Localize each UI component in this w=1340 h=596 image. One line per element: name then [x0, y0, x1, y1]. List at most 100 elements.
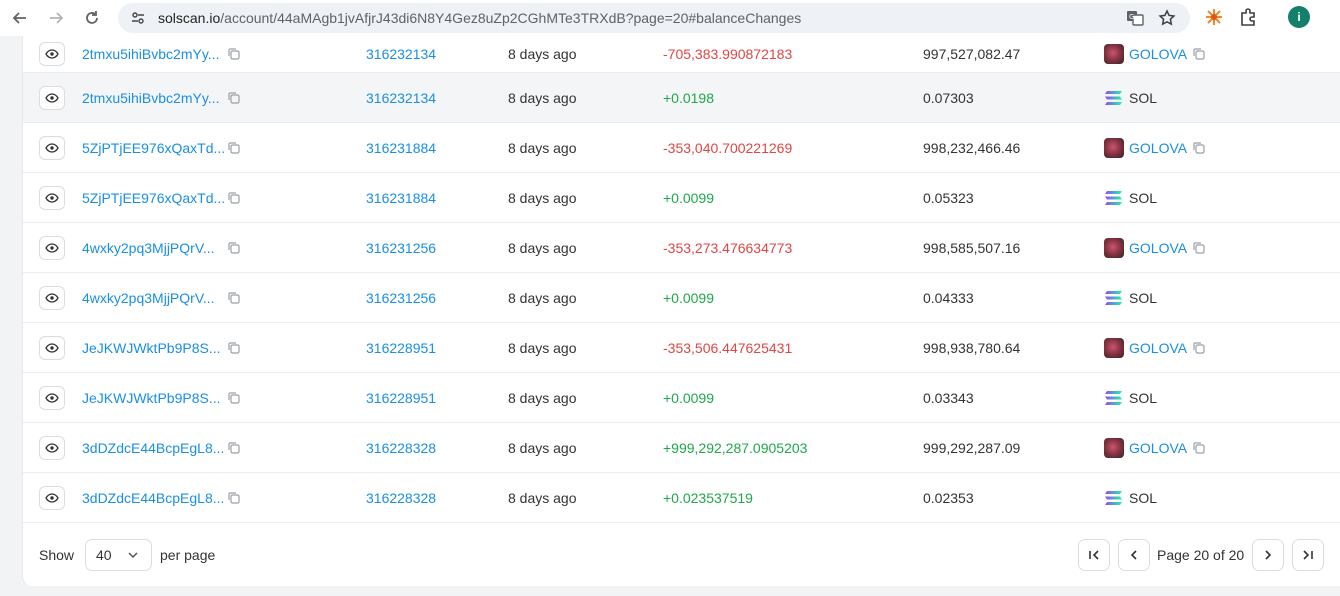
- post-balance: 997,527,082.47: [923, 46, 1021, 62]
- per-page-select[interactable]: 40: [85, 539, 152, 571]
- extension-icon[interactable]: [1204, 7, 1224, 27]
- copy-icon[interactable]: [1192, 341, 1206, 355]
- copy-icon[interactable]: [227, 441, 241, 455]
- copy-icon[interactable]: [227, 491, 241, 505]
- forward-button[interactable]: [44, 6, 68, 30]
- token-link[interactable]: GOLOVA: [1129, 240, 1187, 256]
- show-label: Show: [39, 547, 75, 563]
- view-details-button[interactable]: [39, 135, 65, 160]
- post-balance: 0.02353: [923, 489, 974, 506]
- post-balance: 998,938,780.64: [923, 339, 1021, 356]
- last-page-button[interactable]: [1292, 539, 1324, 571]
- token-link[interactable]: GOLOVA: [1129, 46, 1187, 62]
- eye-icon: [45, 292, 59, 303]
- arrow-left-icon: [12, 12, 26, 24]
- next-page-button[interactable]: [1252, 539, 1284, 571]
- view-details-button[interactable]: [39, 85, 65, 110]
- first-page-icon: [1089, 550, 1099, 560]
- previous-page-button[interactable]: [1118, 539, 1150, 571]
- table-row: 4wxky2pq3MjjPQrV... 316231256 8 days ago +0…: [23, 273, 1340, 323]
- block-link[interactable]: 316228328: [366, 490, 436, 506]
- change-amount: -353,506.447625431: [663, 339, 793, 356]
- site-info-icon[interactable]: [130, 10, 146, 26]
- copy-icon[interactable]: [227, 391, 241, 405]
- block-link[interactable]: 316228951: [366, 340, 436, 356]
- token-link[interactable]: GOLOVA: [1129, 340, 1187, 356]
- post-balance: 0.03343: [923, 389, 974, 406]
- token-cell: GOLOVA: [1104, 137, 1206, 158]
- translate-icon[interactable]: G: [1126, 9, 1144, 27]
- view-details-button[interactable]: [39, 385, 65, 410]
- change-amount: +999,292,287.0905203: [663, 439, 808, 456]
- table-row: JeJKWJWktPb9P8S... 316228951 8 days ago -35…: [23, 323, 1340, 373]
- post-balance: 0.07303: [923, 89, 974, 106]
- table-footer: Show 40 per page Page 20 of 20: [23, 524, 1340, 586]
- block-link[interactable]: 316231256: [366, 240, 436, 256]
- block-link[interactable]: 316231884: [366, 140, 436, 156]
- block-link[interactable]: 316231256: [366, 290, 436, 306]
- token-cell: GOLOVA: [1104, 44, 1206, 64]
- chevron-down-icon: [128, 552, 138, 559]
- copy-icon[interactable]: [1192, 47, 1206, 61]
- table-row: 5ZjPTjEE976xQaxTd... 316231884 8 days ago +…: [23, 173, 1340, 223]
- copy-icon[interactable]: [227, 341, 241, 355]
- signature-link[interactable]: 3dDZdcE44BcpEgL8...: [82, 490, 224, 506]
- view-details-button[interactable]: [39, 335, 65, 360]
- change-amount: +0.0099: [663, 389, 714, 406]
- table-row: 2tmxu5ihiBvbc2mYy... 316232134 8 days ago -…: [23, 36, 1340, 73]
- first-page-button[interactable]: [1078, 539, 1110, 571]
- block-link[interactable]: 316232134: [366, 46, 436, 62]
- copy-icon[interactable]: [227, 291, 241, 305]
- signature-link[interactable]: 5ZjPTjEE976xQaxTd...: [82, 140, 225, 156]
- browser-toolbar: solscan.io/account/44aMAgb1jvAfjrJ43di6N…: [0, 0, 1340, 36]
- bookmark-star-icon[interactable]: [1158, 9, 1176, 27]
- copy-icon[interactable]: [227, 91, 241, 105]
- table-row: 5ZjPTjEE976xQaxTd... 316231884 8 days ago -…: [23, 123, 1340, 173]
- eye-icon: [45, 342, 59, 353]
- block-link[interactable]: 316231884: [366, 190, 436, 206]
- copy-icon[interactable]: [1192, 241, 1206, 255]
- copy-icon[interactable]: [1192, 441, 1206, 455]
- view-details-button[interactable]: [39, 435, 65, 460]
- view-details-button[interactable]: [39, 235, 65, 260]
- block-link[interactable]: 316232134: [366, 90, 436, 106]
- reload-button[interactable]: [80, 6, 104, 30]
- eye-icon: [45, 49, 59, 59]
- signature-link[interactable]: 4wxky2pq3MjjPQrV...: [82, 240, 215, 256]
- address-bar[interactable]: solscan.io/account/44aMAgb1jvAfjrJ43di6N…: [118, 3, 1190, 33]
- view-details-button[interactable]: [39, 285, 65, 310]
- block-link[interactable]: 316228328: [366, 440, 436, 456]
- view-details-button[interactable]: [39, 185, 65, 210]
- profile-avatar[interactable]: i: [1288, 6, 1310, 28]
- url-path: /account/44aMAgb1jvAfjrJ43di6N8Y4Gez8uZp…: [220, 10, 802, 26]
- eye-icon: [45, 192, 59, 203]
- signature-link[interactable]: 3dDZdcE44BcpEgL8...: [82, 440, 224, 456]
- time-text: 8 days ago: [508, 339, 577, 356]
- token-link[interactable]: GOLOVA: [1129, 140, 1187, 156]
- sol-token-icon: [1104, 288, 1124, 308]
- copy-icon[interactable]: [227, 141, 241, 155]
- token-link[interactable]: GOLOVA: [1129, 440, 1187, 456]
- copy-icon[interactable]: [227, 191, 241, 205]
- copy-icon[interactable]: [1192, 141, 1206, 155]
- signature-link[interactable]: 5ZjPTjEE976xQaxTd...: [82, 190, 225, 206]
- back-button[interactable]: [8, 6, 32, 30]
- block-link[interactable]: 316228951: [366, 390, 436, 406]
- signature-link[interactable]: 4wxky2pq3MjjPQrV...: [82, 290, 215, 306]
- post-balance: 998,585,507.16: [923, 239, 1021, 256]
- signature-link[interactable]: JeJKWJWktPb9P8S...: [82, 390, 220, 406]
- signature-link[interactable]: 2tmxu5ihiBvbc2mYy...: [82, 90, 219, 106]
- copy-icon[interactable]: [227, 47, 241, 61]
- table-row: JeJKWJWktPb9P8S... 316228951 8 days ago +0.…: [23, 373, 1340, 423]
- golova-token-icon: [1104, 337, 1124, 358]
- reload-icon: [86, 11, 98, 24]
- post-balance: 0.05323: [923, 189, 974, 206]
- change-amount: +0.0198: [663, 89, 714, 106]
- extensions-puzzle-icon[interactable]: [1238, 7, 1258, 27]
- token-label: SOL: [1129, 389, 1158, 406]
- signature-link[interactable]: 2tmxu5ihiBvbc2mYy...: [82, 46, 219, 62]
- copy-icon[interactable]: [227, 241, 241, 255]
- view-details-button[interactable]: [39, 485, 65, 510]
- view-details-button[interactable]: [39, 42, 65, 66]
- signature-link[interactable]: JeJKWJWktPb9P8S...: [82, 340, 220, 356]
